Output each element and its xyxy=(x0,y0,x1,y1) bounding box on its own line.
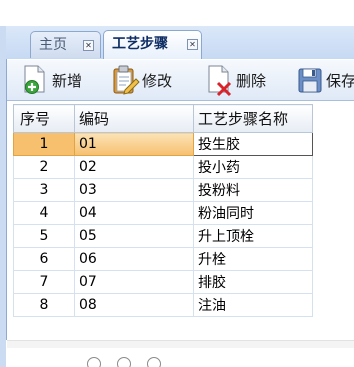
cell-step-name[interactable]: 升上顶栓 xyxy=(193,224,313,248)
cell-step-name[interactable]: 投生胶 xyxy=(193,132,313,156)
cell-code[interactable]: 08 xyxy=(74,293,194,317)
status-circle-icon xyxy=(87,357,101,367)
save-disk-icon xyxy=(295,63,325,97)
cell-step-name[interactable]: 投粉料 xyxy=(193,178,313,202)
tab-process-steps-label: 工艺步骤 xyxy=(112,36,168,52)
table-row[interactable]: 3 03 投粉料 xyxy=(13,178,313,202)
table-row[interactable]: 8 08 注油 xyxy=(13,293,313,317)
table-row[interactable]: 6 06 升栓 xyxy=(13,247,313,271)
edit-button[interactable]: 修改 xyxy=(111,60,172,100)
cell-seq[interactable]: 2 xyxy=(13,155,75,179)
tab-home-label: 主页 xyxy=(39,37,67,53)
bottom-status-bar xyxy=(7,352,354,367)
cell-seq[interactable]: 1 xyxy=(13,132,75,156)
close-icon[interactable]: ✕ xyxy=(83,40,94,51)
cell-seq[interactable]: 8 xyxy=(13,293,75,317)
status-circle-icon xyxy=(147,357,161,367)
delete-document-icon xyxy=(205,63,235,97)
cell-code[interactable]: 07 xyxy=(74,270,194,294)
table-header-row: 序号 编码 工艺步骤名称 xyxy=(13,104,313,133)
table-row[interactable]: 5 05 升上顶栓 xyxy=(13,224,313,248)
status-circle-icon xyxy=(117,357,131,367)
cell-seq[interactable]: 7 xyxy=(13,270,75,294)
process-steps-table: 序号 编码 工艺步骤名称 1 01 投生胶 2 02 投小药 3 03 投粉料 … xyxy=(13,104,313,317)
edit-clipboard-icon xyxy=(111,63,141,97)
column-header-code[interactable]: 编码 xyxy=(74,104,194,133)
cell-code[interactable]: 03 xyxy=(74,178,194,202)
column-header-seq[interactable]: 序号 xyxy=(13,104,75,133)
delete-button[interactable]: 删除 xyxy=(205,60,266,100)
cell-code[interactable]: 06 xyxy=(74,247,194,271)
cell-code[interactable]: 01 xyxy=(74,132,194,156)
edit-button-label: 修改 xyxy=(142,71,173,90)
new-document-icon xyxy=(21,63,51,97)
column-header-step-name[interactable]: 工艺步骤名称 xyxy=(193,104,313,133)
tab-home[interactable]: 主页 ✕ xyxy=(30,31,101,58)
cell-code[interactable]: 05 xyxy=(74,224,194,248)
cell-seq[interactable]: 3 xyxy=(13,178,75,202)
toolbar: 新增 修改 删除 保存 xyxy=(7,60,354,101)
horizontal-scrollbar[interactable] xyxy=(7,340,354,348)
add-button[interactable]: 新增 xyxy=(21,60,82,100)
table-row[interactable]: 1 01 投生胶 xyxy=(13,132,313,156)
close-icon[interactable]: ✕ xyxy=(187,39,198,50)
cell-seq[interactable]: 6 xyxy=(13,247,75,271)
save-button[interactable]: 保存 xyxy=(295,60,354,100)
cell-step-name[interactable]: 排胶 xyxy=(193,270,313,294)
cell-step-name[interactable]: 投小药 xyxy=(193,155,313,179)
table-row[interactable]: 7 07 排胶 xyxy=(13,270,313,294)
cell-step-name[interactable]: 粉油同时 xyxy=(193,201,313,225)
save-button-label: 保存 xyxy=(326,71,354,90)
add-button-label: 新增 xyxy=(52,71,83,90)
cell-code[interactable]: 02 xyxy=(74,155,194,179)
table-row[interactable]: 4 04 粉油同时 xyxy=(13,201,313,225)
cell-seq[interactable]: 4 xyxy=(13,201,75,225)
cell-step-name[interactable]: 升栓 xyxy=(193,247,313,271)
delete-button-label: 删除 xyxy=(236,71,267,90)
cell-code[interactable]: 04 xyxy=(74,201,194,225)
window-top-strip xyxy=(0,0,354,26)
table-row[interactable]: 2 02 投小药 xyxy=(13,155,313,179)
cell-step-name[interactable]: 注油 xyxy=(193,293,313,317)
cell-seq[interactable]: 5 xyxy=(13,224,75,248)
tab-process-steps[interactable]: 工艺步骤 ✕ xyxy=(103,30,202,60)
